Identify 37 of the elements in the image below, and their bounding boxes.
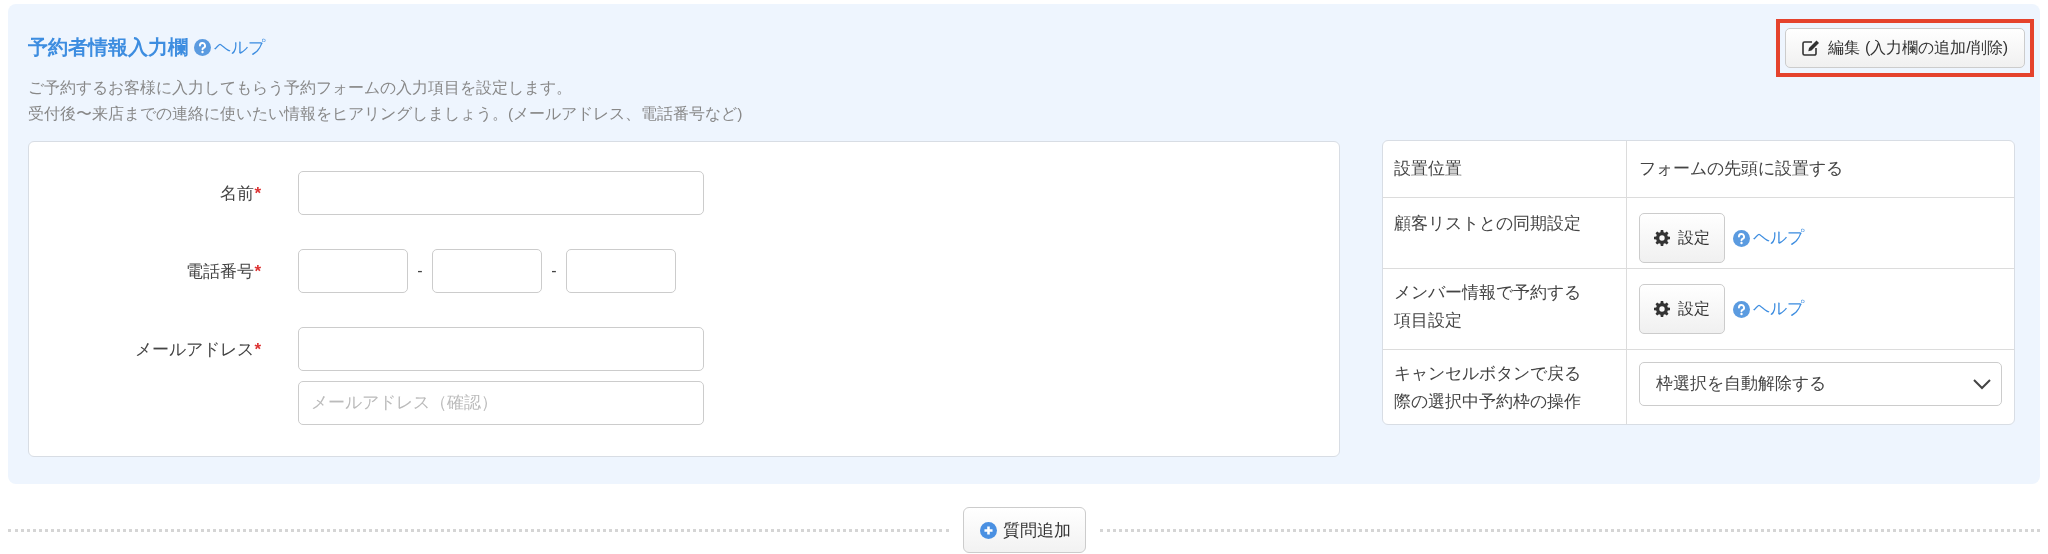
field-label: 電話番号 [186, 262, 255, 281]
settings-icon [1654, 301, 1670, 317]
edit-button[interactable]: 編集 (入力欄の追加/削除) [1785, 28, 2025, 68]
description-text: 受付後〜来店までの連絡に使いたい情報をヒアリングしましょう。(メールアドレス、電話番号など) [28, 104, 743, 124]
help-link[interactable]: ヘルプ [1733, 224, 1804, 252]
help-icon [194, 39, 211, 56]
description-text: ご予約するお客様に入力してもらう予約フォームの入力項目を設定します。 [28, 78, 573, 98]
separator-text: - [416, 262, 424, 280]
input-field[interactable] [432, 249, 542, 293]
input-field[interactable] [298, 171, 704, 215]
setting-label: 設置位置 [1394, 158, 1463, 180]
plus-icon [979, 521, 997, 539]
setting-label: メンバー情報で予約する項目設定 [1394, 282, 1581, 332]
edit-icon [1802, 40, 1821, 56]
setting-label: 顧客リストとの同期設定 [1394, 213, 1581, 235]
help-icon [1733, 229, 1750, 247]
help-link[interactable]: ヘルプ [1733, 295, 1804, 323]
required-mark: * [254, 262, 261, 281]
confirm-email-field[interactable]: メールアドレス（確認） [298, 381, 704, 425]
dropdown[interactable]: 枠選択を自動解除する [1639, 362, 2002, 406]
help-icon [1733, 300, 1750, 318]
required-mark: * [254, 340, 261, 359]
setting-value: フォームの先頭に設置する [1639, 159, 1843, 178]
input-field[interactable] [298, 327, 704, 371]
settings-icon [1654, 230, 1670, 246]
separator-text: - [550, 262, 558, 280]
setting-label: キャンセルボタンで戻る際の選択中予約枠の操作 [1394, 363, 1581, 413]
input-field[interactable] [298, 249, 408, 293]
section-title: 予約者情報入力欄 [28, 35, 188, 60]
settings-button[interactable]: 設定 [1639, 213, 1725, 263]
add-question-button[interactable]: 質問追加 [962, 507, 1086, 553]
chevron-down-icon [1973, 378, 1991, 390]
field-label: 名前 [220, 184, 255, 203]
required-mark: * [254, 184, 261, 203]
settings-button[interactable]: 設定 [1639, 284, 1725, 334]
field-label: メールアドレス [135, 340, 255, 359]
input-field[interactable] [566, 249, 676, 293]
